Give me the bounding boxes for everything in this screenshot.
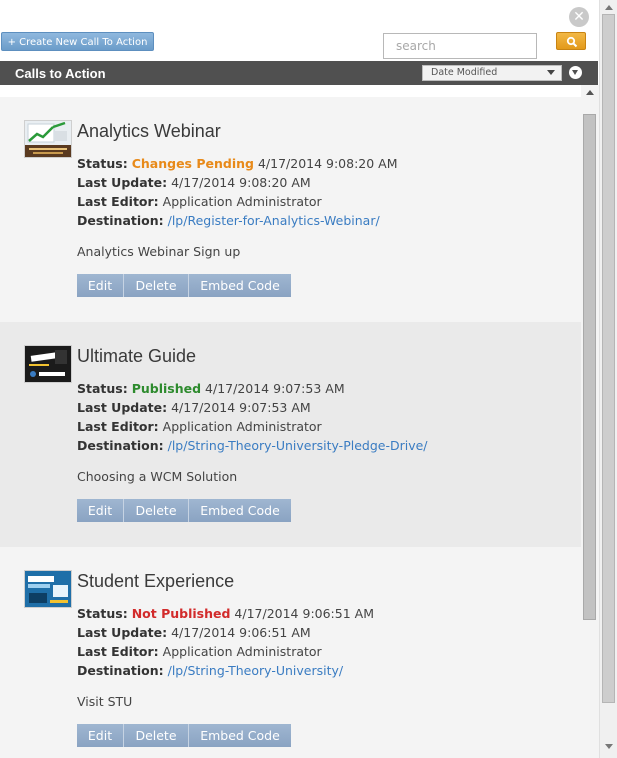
status-time: 4/17/2014 9:08:20 AM xyxy=(257,156,398,171)
list-item: Analytics Webinar Status: Changes Pendin… xyxy=(0,97,581,322)
window-scrollbar[interactable] xyxy=(599,0,617,758)
edit-button[interactable]: Edit xyxy=(77,724,124,747)
search-input[interactable] xyxy=(383,33,537,59)
last-editor-line: Last Editor: Application Administrator xyxy=(77,419,322,434)
window-scroll-thumb[interactable] xyxy=(602,14,615,703)
destination-line: Destination: /lp/String-Theory-Universit… xyxy=(77,663,343,678)
scroll-down-icon[interactable] xyxy=(605,744,613,749)
last-editor-value: Application Administrator xyxy=(162,644,322,659)
scroll-up-icon[interactable] xyxy=(605,5,613,10)
status-time: 4/17/2014 9:07:53 AM xyxy=(205,381,345,396)
last-update-label: Last Update: xyxy=(77,625,168,640)
destination-label: Destination: xyxy=(77,438,164,453)
scroll-up-icon[interactable] xyxy=(586,90,594,95)
destination-link[interactable]: /lp/String-Theory-University/ xyxy=(168,663,344,678)
page-title: Calls to Action xyxy=(15,66,106,81)
action-buttons: Edit Delete Embed Code xyxy=(77,274,291,297)
last-update-label: Last Update: xyxy=(77,400,168,415)
status-line: Status: Not Published 4/17/2014 9:06:51 … xyxy=(77,606,374,621)
last-update-line: Last Update: 4/17/2014 9:07:53 AM xyxy=(77,400,311,415)
cta-description: Visit STU xyxy=(77,694,133,709)
last-update-value: 4/17/2014 9:06:51 AM xyxy=(171,625,311,640)
list-header: Calls to Action Date Modified xyxy=(0,61,598,85)
cta-title: Student Experience xyxy=(77,571,235,591)
destination-link[interactable]: /lp/Register-for-Analytics-Webinar/ xyxy=(168,213,380,228)
create-call-to-action-button[interactable]: + Create New Call To Action xyxy=(1,32,154,51)
destination-line: Destination: /lp/String-Theory-Universit… xyxy=(77,438,428,453)
embed-code-button[interactable]: Embed Code xyxy=(189,724,291,747)
cta-list: Analytics Webinar Status: Changes Pendin… xyxy=(0,85,581,758)
last-editor-line: Last Editor: Application Administrator xyxy=(77,644,322,659)
cta-thumbnail xyxy=(24,345,72,383)
status-line: Status: Published 4/17/2014 9:07:53 AM xyxy=(77,381,345,396)
status-label: Status: xyxy=(77,156,128,171)
edit-button[interactable]: Edit xyxy=(77,274,124,297)
status-label: Status: xyxy=(77,381,128,396)
last-editor-label: Last Editor: xyxy=(77,419,159,434)
action-buttons: Edit Delete Embed Code xyxy=(77,724,291,747)
status-line: Status: Changes Pending 4/17/2014 9:08:2… xyxy=(77,156,398,171)
last-editor-label: Last Editor: xyxy=(77,194,159,209)
search-icon xyxy=(566,36,578,48)
last-editor-value: Application Administrator xyxy=(162,419,322,434)
destination-label: Destination: xyxy=(77,213,164,228)
list-scroll-thumb[interactable] xyxy=(583,114,596,620)
destination-label: Destination: xyxy=(77,663,164,678)
last-editor-label: Last Editor: xyxy=(77,644,159,659)
status-badge: Published xyxy=(131,381,202,396)
sort-select[interactable]: Date Modified xyxy=(422,65,562,81)
destination-link[interactable]: /lp/String-Theory-University-Pledge-Driv… xyxy=(168,438,428,453)
delete-button[interactable]: Delete xyxy=(124,499,189,522)
last-update-line: Last Update: 4/17/2014 9:06:51 AM xyxy=(77,625,311,640)
cta-description: Analytics Webinar Sign up xyxy=(77,244,241,259)
last-editor-line: Last Editor: Application Administrator xyxy=(77,194,322,209)
last-editor-value: Application Administrator xyxy=(162,194,322,209)
embed-code-button[interactable]: Embed Code xyxy=(189,499,291,522)
sort-order-toggle[interactable] xyxy=(569,66,582,79)
embed-code-button[interactable]: Embed Code xyxy=(189,274,291,297)
search-button[interactable] xyxy=(556,32,586,50)
status-time: 4/17/2014 9:06:51 AM xyxy=(234,606,374,621)
delete-button[interactable]: Delete xyxy=(124,724,189,747)
chevron-down-icon xyxy=(572,70,578,75)
status-badge: Not Published xyxy=(131,606,231,621)
status-badge: Changes Pending xyxy=(131,156,254,171)
last-update-value: 4/17/2014 9:07:53 AM xyxy=(171,400,311,415)
cta-thumbnail xyxy=(24,120,72,158)
cta-description: Choosing a WCM Solution xyxy=(77,469,238,484)
last-update-line: Last Update: 4/17/2014 9:08:20 AM xyxy=(77,175,311,190)
list-item: Ultimate Guide Status: Published 4/17/20… xyxy=(0,322,581,547)
status-label: Status: xyxy=(77,606,128,621)
last-update-value: 4/17/2014 9:08:20 AM xyxy=(171,175,311,190)
list-scrollbar[interactable] xyxy=(581,85,599,758)
action-buttons: Edit Delete Embed Code xyxy=(77,499,291,522)
edit-button[interactable]: Edit xyxy=(77,499,124,522)
delete-button[interactable]: Delete xyxy=(124,274,189,297)
last-update-label: Last Update: xyxy=(77,175,168,190)
cta-title: Analytics Webinar xyxy=(77,121,221,141)
destination-line: Destination: /lp/Register-for-Analytics-… xyxy=(77,213,380,228)
cta-thumbnail xyxy=(24,570,72,608)
cta-title: Ultimate Guide xyxy=(77,346,197,366)
sort-select-value: Date Modified xyxy=(431,67,498,78)
close-icon[interactable]: ✕ xyxy=(569,7,589,27)
chevron-down-icon xyxy=(547,70,555,75)
list-item: Student Experience Status: Not Published… xyxy=(0,547,581,758)
